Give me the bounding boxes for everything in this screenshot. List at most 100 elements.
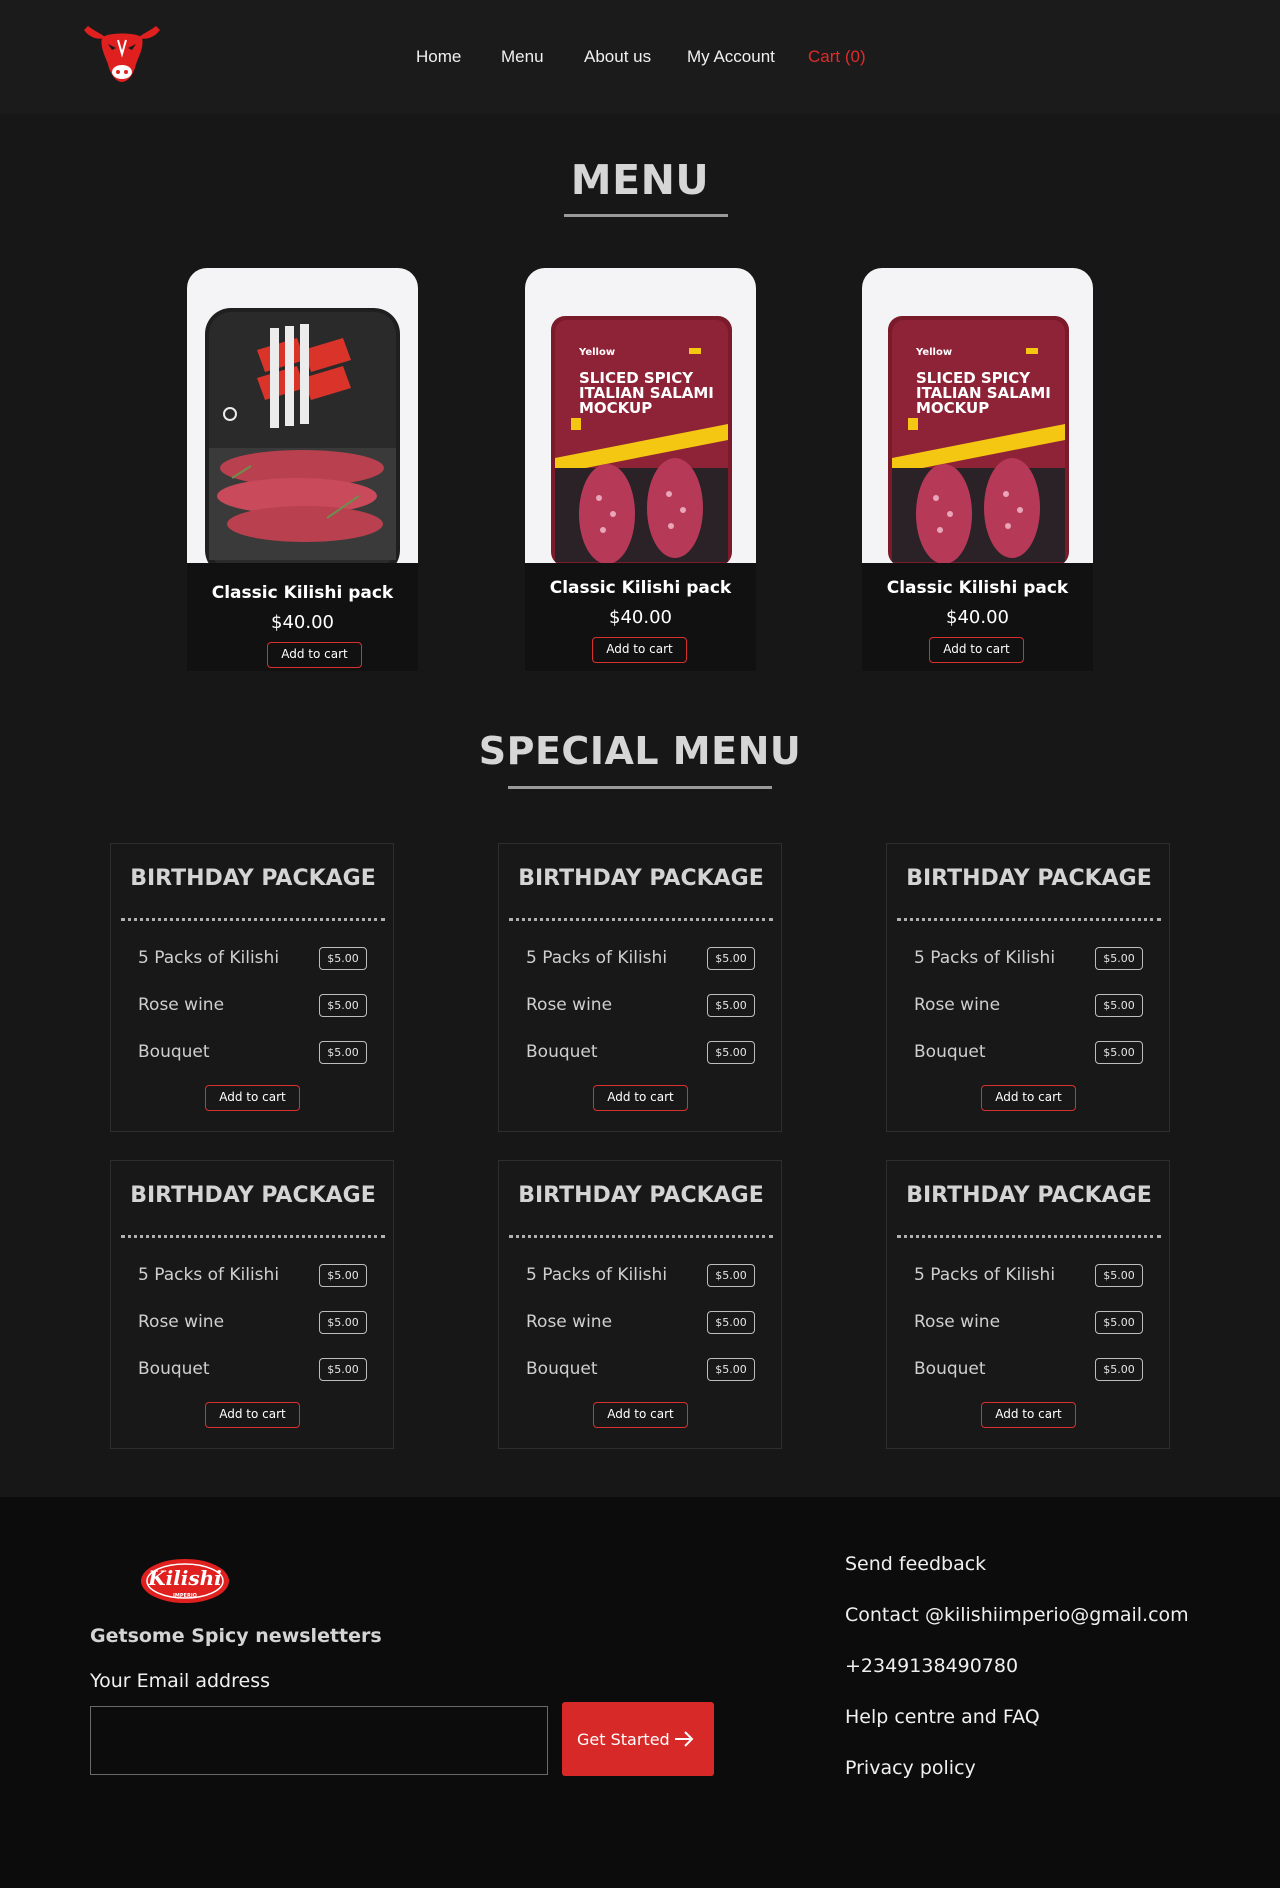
privacy-policy-link[interactable]: Privacy policy xyxy=(845,1757,976,1779)
product-price: $40.00 xyxy=(271,612,334,633)
product-price: $40.00 xyxy=(946,607,1009,628)
package-item-label: Rose wine xyxy=(138,1312,225,1332)
package-item-price: $5.00 xyxy=(1095,1358,1143,1381)
product-info: Classic Kilishi pack $40.00 Add to cart xyxy=(187,563,418,671)
add-to-cart-button[interactable]: Add to cart xyxy=(205,1085,300,1111)
add-to-cart-button[interactable]: Add to cart xyxy=(981,1085,1076,1111)
dotted-divider xyxy=(897,918,1161,921)
get-started-button[interactable]: Get Started xyxy=(562,1702,714,1776)
package-item-label: Bouquet xyxy=(914,1042,986,1062)
brand-label: Yellow xyxy=(916,347,953,358)
package-item-price: $5.00 xyxy=(319,1358,367,1381)
package-item-label: Rose wine xyxy=(138,995,225,1015)
package-item-price: $5.00 xyxy=(707,994,755,1017)
package-item-label: Rose wine xyxy=(914,995,1001,1015)
product-card: Yellow SLICED SPICY ITALIAN SALAMI MOCKU… xyxy=(525,268,756,671)
package-item-label: Rose wine xyxy=(526,995,613,1015)
product-image-salami[interactable]: Yellow SLICED SPICY ITALIAN SALAMI MOCKU… xyxy=(862,268,1093,563)
package-item-price: $5.00 xyxy=(319,1311,367,1334)
package-title: BIRTHDAY PACKAGE xyxy=(518,1183,764,1208)
package-item-price: $5.00 xyxy=(1095,1264,1143,1287)
package-item-label: Rose wine xyxy=(914,1312,1001,1332)
nav-home[interactable]: Home xyxy=(416,47,461,67)
logo-subtext: IMPERIO xyxy=(173,1593,197,1599)
package-item-label: 5 Packs of Kilishi xyxy=(526,948,668,968)
package-card: BIRTHDAY PACKAGE 5 Packs of Kilishi $5.00 R… xyxy=(886,843,1170,1132)
package-item-label: Bouquet xyxy=(526,1359,598,1379)
package-item-label: 5 Packs of Kilishi xyxy=(914,1265,1056,1285)
nav-menu[interactable]: Menu xyxy=(501,47,544,67)
product-image-salami[interactable]: Yellow SLICED SPICY ITALIAN SALAMI MOCKU… xyxy=(525,268,756,563)
help-centre-link[interactable]: Help centre and FAQ xyxy=(845,1706,1040,1728)
site-footer: Kilishi IMPERIO Getsome Spicy newsletter… xyxy=(0,1497,1280,1888)
nav-about-us[interactable]: About us xyxy=(584,47,651,67)
bull-logo-icon[interactable] xyxy=(82,20,162,84)
product-card: Yellow SLICED SPICY ITALIAN SALAMI MOCKU… xyxy=(862,268,1093,671)
product-image-beef[interactable] xyxy=(187,268,418,563)
add-to-cart-button[interactable]: Add to cart xyxy=(267,642,362,668)
dotted-divider xyxy=(509,918,773,921)
package-item-price: $5.00 xyxy=(319,1041,367,1064)
package-card: BIRTHDAY PACKAGE 5 Packs of Kilishi $5.00 R… xyxy=(110,1160,394,1449)
kilishi-logo-icon[interactable]: Kilishi IMPERIO xyxy=(140,1557,230,1605)
add-to-cart-button[interactable]: Add to cart xyxy=(205,1402,300,1428)
phone-link[interactable]: +2349138490780 xyxy=(845,1655,1018,1677)
special-menu-title: SPECIAL MENU xyxy=(478,729,802,773)
package-title: BIRTHDAY PACKAGE xyxy=(906,1183,1152,1208)
package-item-price: $5.00 xyxy=(707,1311,755,1334)
nav-my-account[interactable]: My Account xyxy=(687,47,775,67)
menu-title-underline xyxy=(564,214,728,217)
dotted-divider xyxy=(121,918,385,921)
package-title: BIRTHDAY PACKAGE xyxy=(130,1183,376,1208)
add-to-cart-button[interactable]: Add to cart xyxy=(593,1085,688,1111)
package-item-price: $5.00 xyxy=(707,947,755,970)
product-name: Classic Kilishi pack xyxy=(549,578,732,598)
package-item-label: 5 Packs of Kilishi xyxy=(138,948,280,968)
package-card: BIRTHDAY PACKAGE 5 Packs of Kilishi $5.00 R… xyxy=(498,843,782,1132)
newsletter-title: Getsome Spicy newsletters xyxy=(90,1625,382,1647)
contact-email-link[interactable]: Contact @kilishiimperio@gmail.com xyxy=(845,1604,1189,1626)
package-item-price: $5.00 xyxy=(707,1041,755,1064)
product-name: Classic Kilishi pack xyxy=(211,583,394,603)
product-info: Classic Kilishi pack $40.00 Add to cart xyxy=(525,563,756,671)
package-item-price: $5.00 xyxy=(707,1264,755,1287)
email-input[interactable] xyxy=(90,1706,548,1775)
package-item-label: Bouquet xyxy=(914,1359,986,1379)
package-item-price: $5.00 xyxy=(1095,947,1143,970)
brand-label: Yellow xyxy=(579,347,616,358)
logo-text: Kilishi xyxy=(147,1566,222,1590)
dotted-divider xyxy=(509,1235,773,1238)
package-title: BIRTHDAY PACKAGE xyxy=(518,866,764,891)
package-title: BIRTHDAY PACKAGE xyxy=(906,866,1152,891)
product-info: Classic Kilishi pack $40.00 Add to cart xyxy=(862,563,1093,671)
email-label: Your Email address xyxy=(90,1670,270,1692)
arrow-right-icon xyxy=(675,1731,694,1747)
pack-title: SLICED SPICY ITALIAN SALAMI MOCKUP xyxy=(916,369,1051,417)
nav-cart[interactable]: Cart (0) xyxy=(808,47,866,67)
pack-title: SLICED SPICY ITALIAN SALAMI MOCKUP xyxy=(579,369,714,417)
add-to-cart-button[interactable]: Add to cart xyxy=(593,1402,688,1428)
package-item-label: Bouquet xyxy=(138,1359,210,1379)
package-item-price: $5.00 xyxy=(707,1358,755,1381)
package-item-price: $5.00 xyxy=(319,1264,367,1287)
get-started-label: Get Started xyxy=(577,1730,670,1749)
site-header: Home Menu About us My Account Cart (0) xyxy=(0,0,1280,114)
package-card: BIRTHDAY PACKAGE 5 Packs of Kilishi $5.00 R… xyxy=(886,1160,1170,1449)
menu-title: MENU xyxy=(570,156,710,204)
package-item-price: $5.00 xyxy=(319,947,367,970)
dotted-divider xyxy=(897,1235,1161,1238)
add-to-cart-button[interactable]: Add to cart xyxy=(929,637,1024,663)
send-feedback-link[interactable]: Send feedback xyxy=(845,1553,986,1575)
dotted-divider xyxy=(121,1235,385,1238)
add-to-cart-button[interactable]: Add to cart xyxy=(592,637,687,663)
package-item-price: $5.00 xyxy=(1095,1041,1143,1064)
package-item-label: Rose wine xyxy=(526,1312,613,1332)
package-item-price: $5.00 xyxy=(1095,994,1143,1017)
package-item-label: Bouquet xyxy=(138,1042,210,1062)
add-to-cart-button[interactable]: Add to cart xyxy=(981,1402,1076,1428)
package-item-price: $5.00 xyxy=(319,994,367,1017)
package-item-label: 5 Packs of Kilishi xyxy=(138,1265,280,1285)
package-item-price: $5.00 xyxy=(1095,1311,1143,1334)
package-item-label: Bouquet xyxy=(526,1042,598,1062)
product-price: $40.00 xyxy=(609,607,672,628)
